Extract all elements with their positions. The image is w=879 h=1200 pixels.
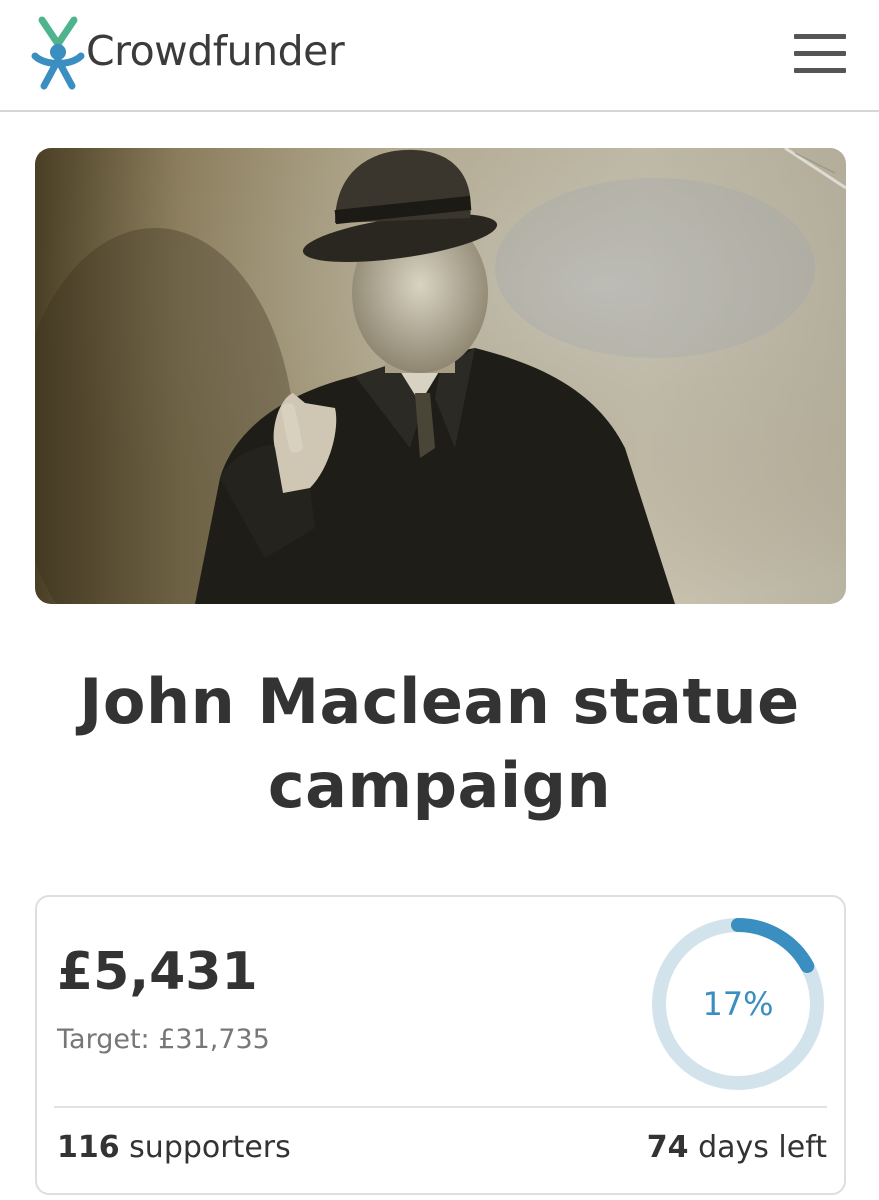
supporters-label: supporters — [129, 1130, 291, 1165]
card-divider — [54, 1106, 827, 1108]
supporters-number: 116 — [57, 1130, 120, 1165]
sepia-portrait-photo — [35, 148, 846, 604]
days-number: 74 — [646, 1130, 689, 1165]
days-left: 74 days left — [647, 1130, 827, 1165]
site-header: Crowdfunder — [0, 0, 879, 112]
funding-percent: 17% — [702, 985, 774, 1023]
crowdfunder-logo[interactable]: Crowdfunder — [30, 14, 345, 92]
crowdfunder-logo-icon — [31, 16, 85, 90]
funding-target: Target: £31,735 — [57, 1024, 270, 1055]
funding-summary-card: £5,431 Target: £31,735 17% 116 supporter… — [35, 895, 846, 1195]
funding-progress-ring: 17% — [649, 915, 827, 1093]
hamburger-menu-icon[interactable] — [794, 34, 846, 74]
campaign-hero-image — [35, 148, 846, 604]
amount-raised: £5,431 — [57, 942, 258, 1002]
days-label: days left — [698, 1130, 827, 1165]
supporters-count: 116 supporters — [57, 1130, 291, 1165]
campaign-title: John Maclean statue campaign — [79, 665, 800, 822]
brand-name: Crowdfunder — [86, 27, 345, 75]
